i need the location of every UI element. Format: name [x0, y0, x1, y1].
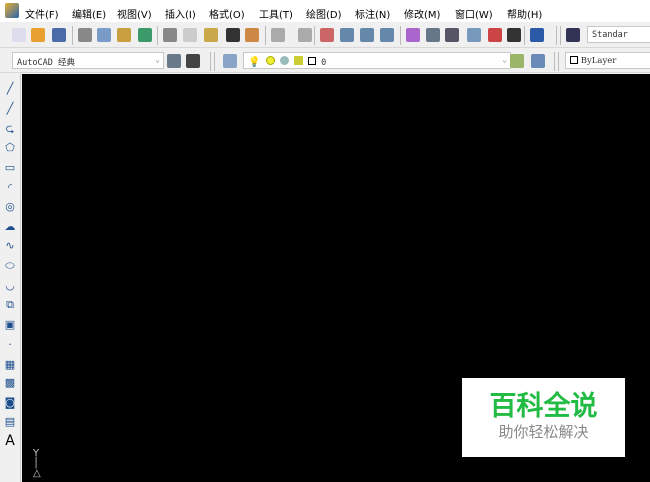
markup-icon[interactable]: [488, 28, 502, 42]
rectangle-icon[interactable]: ▭: [3, 161, 17, 174]
chevron-down-icon: ⌄: [502, 55, 507, 64]
3d-dwf-icon[interactable]: [138, 28, 152, 42]
point-icon[interactable]: ·: [3, 338, 17, 351]
zoom-realtime-icon[interactable]: [340, 28, 354, 42]
layers-toolbar: AutoCAD 经典 ⌄ 💡 0 ⌄ ByLayer: [0, 49, 650, 73]
color-swatch-icon: [307, 57, 316, 65]
new-icon[interactable]: [12, 28, 26, 42]
open-icon[interactable]: [31, 28, 45, 42]
publish-icon[interactable]: [117, 28, 131, 42]
watermark-subtitle: 助你轻松解决: [498, 423, 589, 441]
workspace-value: AutoCAD 经典: [17, 58, 75, 68]
layer-value: 0: [321, 58, 327, 68]
insert-block-icon[interactable]: ⧉: [3, 298, 17, 311]
workspace-dropdown[interactable]: AutoCAD 经典 ⌄: [12, 52, 164, 69]
ucs-icon: Y │ △: [33, 448, 41, 479]
gradient-icon[interactable]: ▩: [3, 376, 17, 389]
spline-icon[interactable]: ∿: [3, 239, 17, 252]
help-icon[interactable]: [530, 28, 544, 42]
multiline-text-icon[interactable]: A: [3, 434, 17, 448]
table-icon[interactable]: ▤: [3, 415, 17, 428]
lock-icon: [293, 56, 303, 65]
sheet-set-icon[interactable]: [467, 28, 481, 42]
cut-icon[interactable]: [163, 28, 177, 42]
text-style-icon[interactable]: [566, 28, 580, 42]
layer-dropdown[interactable]: 💡 0 ⌄: [243, 52, 511, 69]
workspace-save-icon[interactable]: [186, 54, 200, 68]
pan-icon[interactable]: [320, 28, 334, 42]
viewport-freeze-icon: [279, 56, 289, 65]
paste-icon[interactable]: [204, 28, 218, 42]
ucs-y-label: Y: [33, 448, 40, 459]
copy-icon[interactable]: [183, 28, 197, 42]
draw-toolbar: ╱ ╱ ⮎ ⬠ ▭ ◜ ◎ ☁ ∿ ⬭ ◡ ⧉ ▣ · ▦ ▩ ◙ ▤ A: [0, 74, 21, 482]
menu-item[interactable]: 插入(I): [165, 6, 196, 21]
standard-toolbar: Standar: [0, 23, 650, 48]
zoom-window-icon[interactable]: [360, 28, 374, 42]
undo-icon[interactable]: [271, 28, 285, 42]
redo-icon[interactable]: [298, 28, 312, 42]
circle-icon[interactable]: ◎: [3, 200, 17, 213]
color-value: ByLayer: [580, 56, 617, 66]
line-icon[interactable]: ╱: [3, 82, 17, 95]
watermark: 百科全说 助你轻松解决: [462, 378, 625, 457]
polygon-icon[interactable]: ⬠: [3, 141, 17, 154]
region-icon[interactable]: ◙: [3, 396, 17, 409]
make-layer-current-icon[interactable]: [510, 54, 524, 68]
menu-item[interactable]: 文件(F): [25, 6, 59, 21]
menu-item[interactable]: 窗口(W): [455, 6, 493, 21]
ellipse-icon[interactable]: ⬭: [3, 259, 17, 272]
menu-item[interactable]: 标注(N): [355, 6, 390, 21]
color-swatch-icon: [570, 56, 578, 64]
menu-item[interactable]: 编辑(E): [72, 6, 106, 21]
match-properties-icon[interactable]: [226, 28, 240, 42]
layer-previous-icon[interactable]: [531, 54, 545, 68]
menu-item[interactable]: 工具(T): [259, 6, 293, 21]
watermark-title: 百科全说: [489, 391, 598, 422]
save-icon[interactable]: [52, 28, 66, 42]
bulb-icon: 💡: [248, 57, 261, 68]
print-icon[interactable]: [78, 28, 92, 42]
menu-item[interactable]: 视图(V): [117, 6, 152, 21]
layer-manager-icon[interactable]: [223, 54, 237, 68]
ellipse-arc-icon[interactable]: ◡: [3, 279, 17, 292]
menu-item[interactable]: 帮助(H): [507, 6, 542, 21]
text-style-dropdown[interactable]: Standar: [587, 26, 650, 43]
menu-item[interactable]: 绘图(D): [306, 6, 342, 21]
properties-icon[interactable]: [406, 28, 420, 42]
plot-preview-icon[interactable]: [97, 28, 111, 42]
sun-icon: [265, 56, 275, 65]
arc-icon[interactable]: ◜: [3, 181, 17, 194]
hatch-icon[interactable]: ▦: [3, 358, 17, 371]
tool-palettes-icon[interactable]: [445, 28, 459, 42]
block-editor-icon[interactable]: [245, 28, 259, 42]
menu-item[interactable]: 修改(M): [404, 6, 440, 21]
construction-line-icon[interactable]: ╱: [3, 102, 17, 115]
color-dropdown[interactable]: ByLayer: [565, 52, 650, 69]
polyline-icon[interactable]: ⮎: [3, 122, 17, 135]
calculator-icon[interactable]: [507, 28, 521, 42]
revision-cloud-icon[interactable]: ☁: [3, 220, 17, 233]
menu-item[interactable]: 格式(O): [209, 6, 245, 21]
autocad-app-icon[interactable]: [5, 3, 19, 18]
menu-bar: 文件(F) 编辑(E) 视图(V) 插入(I) 格式(O) 工具(T) 绘图(D) 标注(N)…: [0, 0, 650, 22]
chevron-down-icon: ⌄: [155, 55, 160, 64]
workspace-settings-icon[interactable]: [167, 54, 181, 68]
make-block-icon[interactable]: ▣: [3, 318, 17, 331]
zoom-previous-icon[interactable]: [380, 28, 394, 42]
design-center-icon[interactable]: [426, 28, 440, 42]
